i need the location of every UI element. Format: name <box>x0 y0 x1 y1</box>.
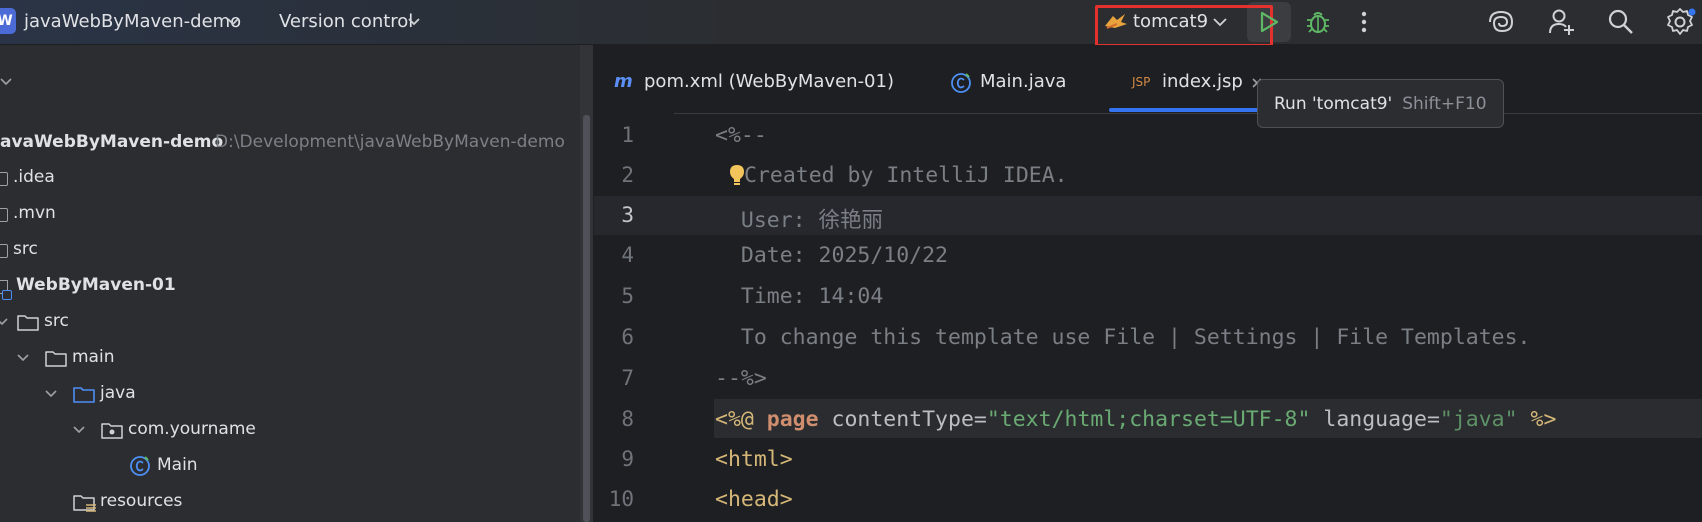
tree-item-src[interactable]: src <box>0 234 580 264</box>
folder-icon <box>17 315 39 331</box>
run-icon[interactable] <box>1257 9 1281 35</box>
folder-icon <box>45 351 67 367</box>
tomcat-icon <box>1105 14 1127 29</box>
line-number: 6 <box>621 325 634 349</box>
line-number: 8 <box>621 407 634 431</box>
more-icon[interactable] <box>1359 8 1369 36</box>
project-badge[interactable]: W <box>0 8 16 34</box>
ai-assistant-icon[interactable] <box>1486 8 1516 36</box>
tree-item-src-module[interactable]: src <box>0 306 580 336</box>
add-user-icon[interactable] <box>1547 7 1577 37</box>
title-bar: W javaWebByMaven-demo Version control to… <box>0 0 1702 47</box>
source-folder-icon <box>73 387 95 403</box>
settings-icon[interactable] <box>1665 6 1697 38</box>
line-number: 4 <box>621 243 634 267</box>
folder-icon <box>0 244 8 258</box>
tooltip-shortcut: Shift+F10 <box>1402 93 1487 114</box>
chevron-down-icon[interactable] <box>0 75 14 89</box>
java-class-icon <box>130 456 150 476</box>
line-number: 10 <box>608 487 634 511</box>
chevron-down-icon[interactable] <box>45 387 59 401</box>
code-line-5[interactable]: Time: 14:04 <box>715 284 883 309</box>
java-class-icon <box>951 73 971 93</box>
project-tree: avaWebByMaven-demo D:\Development\javaWe… <box>0 45 580 522</box>
code-line-1[interactable]: <%-- <box>715 123 767 148</box>
tree-item-java[interactable]: java <box>0 378 580 408</box>
project-name[interactable]: javaWebByMaven-demo <box>24 11 241 32</box>
tree-item-module[interactable]: WebByMaven-01 <box>0 270 580 300</box>
tree-item-project-root[interactable]: avaWebByMaven-demo D:\Development\javaWe… <box>0 127 580 157</box>
code-line-8[interactable]: <%@ page contentType="text/html;charset=… <box>715 407 1556 432</box>
debug-icon[interactable] <box>1305 8 1331 36</box>
line-number: 3 <box>621 203 634 227</box>
tree-item-mvn[interactable]: .mvn <box>0 198 580 228</box>
search-icon[interactable] <box>1607 8 1635 36</box>
chevron-down-icon[interactable] <box>73 423 87 437</box>
tab-pom-xml[interactable]: pom.xml (WebByMaven-01) <box>644 71 894 92</box>
line-number: 9 <box>621 447 634 471</box>
package-icon <box>101 423 123 439</box>
tree-item-resources[interactable]: resources <box>0 486 580 516</box>
line-number: 1 <box>621 123 634 147</box>
tree-item-main[interactable]: main <box>0 342 580 372</box>
code-line-7[interactable]: --%> <box>715 366 767 391</box>
code-line-2[interactable]: Created by IntelliJ IDEA. <box>744 163 1068 188</box>
line-number: 7 <box>621 366 634 390</box>
chevron-down-icon[interactable] <box>0 315 10 329</box>
run-config-selector[interactable]: tomcat9 <box>1133 11 1208 32</box>
chevron-down-icon[interactable] <box>1212 12 1228 32</box>
folder-icon <box>0 172 8 186</box>
editor-tabs: m pom.xml (WebByMaven-01) Main.java JSP … <box>594 45 1702 114</box>
tree-item-idea[interactable]: .idea <box>0 162 580 192</box>
line-number: 5 <box>621 284 634 308</box>
code-line-4[interactable]: Date: 2025/10/22 <box>715 243 948 268</box>
code-line-9[interactable]: <html> <box>715 447 793 472</box>
tree-scrollbar-thumb[interactable] <box>583 115 590 522</box>
chevron-down-icon[interactable] <box>226 12 240 32</box>
project-path: D:\Development\javaWebByMaven-demo <box>215 132 565 152</box>
chevron-down-icon[interactable] <box>407 12 421 32</box>
code-line-3[interactable]: User: 徐艳丽 <box>715 203 883 234</box>
run-tooltip: Run 'tomcat9' Shift+F10 <box>1257 79 1504 128</box>
code-line-6[interactable]: To change this template use File | Setti… <box>715 325 1531 350</box>
code-line-10[interactable]: <head> <box>715 487 793 512</box>
folder-icon <box>0 208 8 222</box>
jsp-icon: JSP <box>1132 75 1151 89</box>
tooltip-label: Run 'tomcat9' <box>1274 93 1393 114</box>
maven-icon: m <box>614 71 633 92</box>
tree-item-package[interactable]: com.yourname <box>0 414 580 444</box>
tab-index-jsp[interactable]: index.jsp <box>1162 71 1243 92</box>
line-number: 2 <box>621 163 634 187</box>
vcs-menu[interactable]: Version control <box>279 11 413 32</box>
resources-folder-icon <box>73 495 96 512</box>
active-tab-indicator <box>1109 108 1265 112</box>
tab-main-java[interactable]: Main.java <box>980 71 1066 92</box>
tree-item-main-class[interactable]: Main <box>0 450 580 480</box>
chevron-down-icon[interactable] <box>17 351 31 365</box>
